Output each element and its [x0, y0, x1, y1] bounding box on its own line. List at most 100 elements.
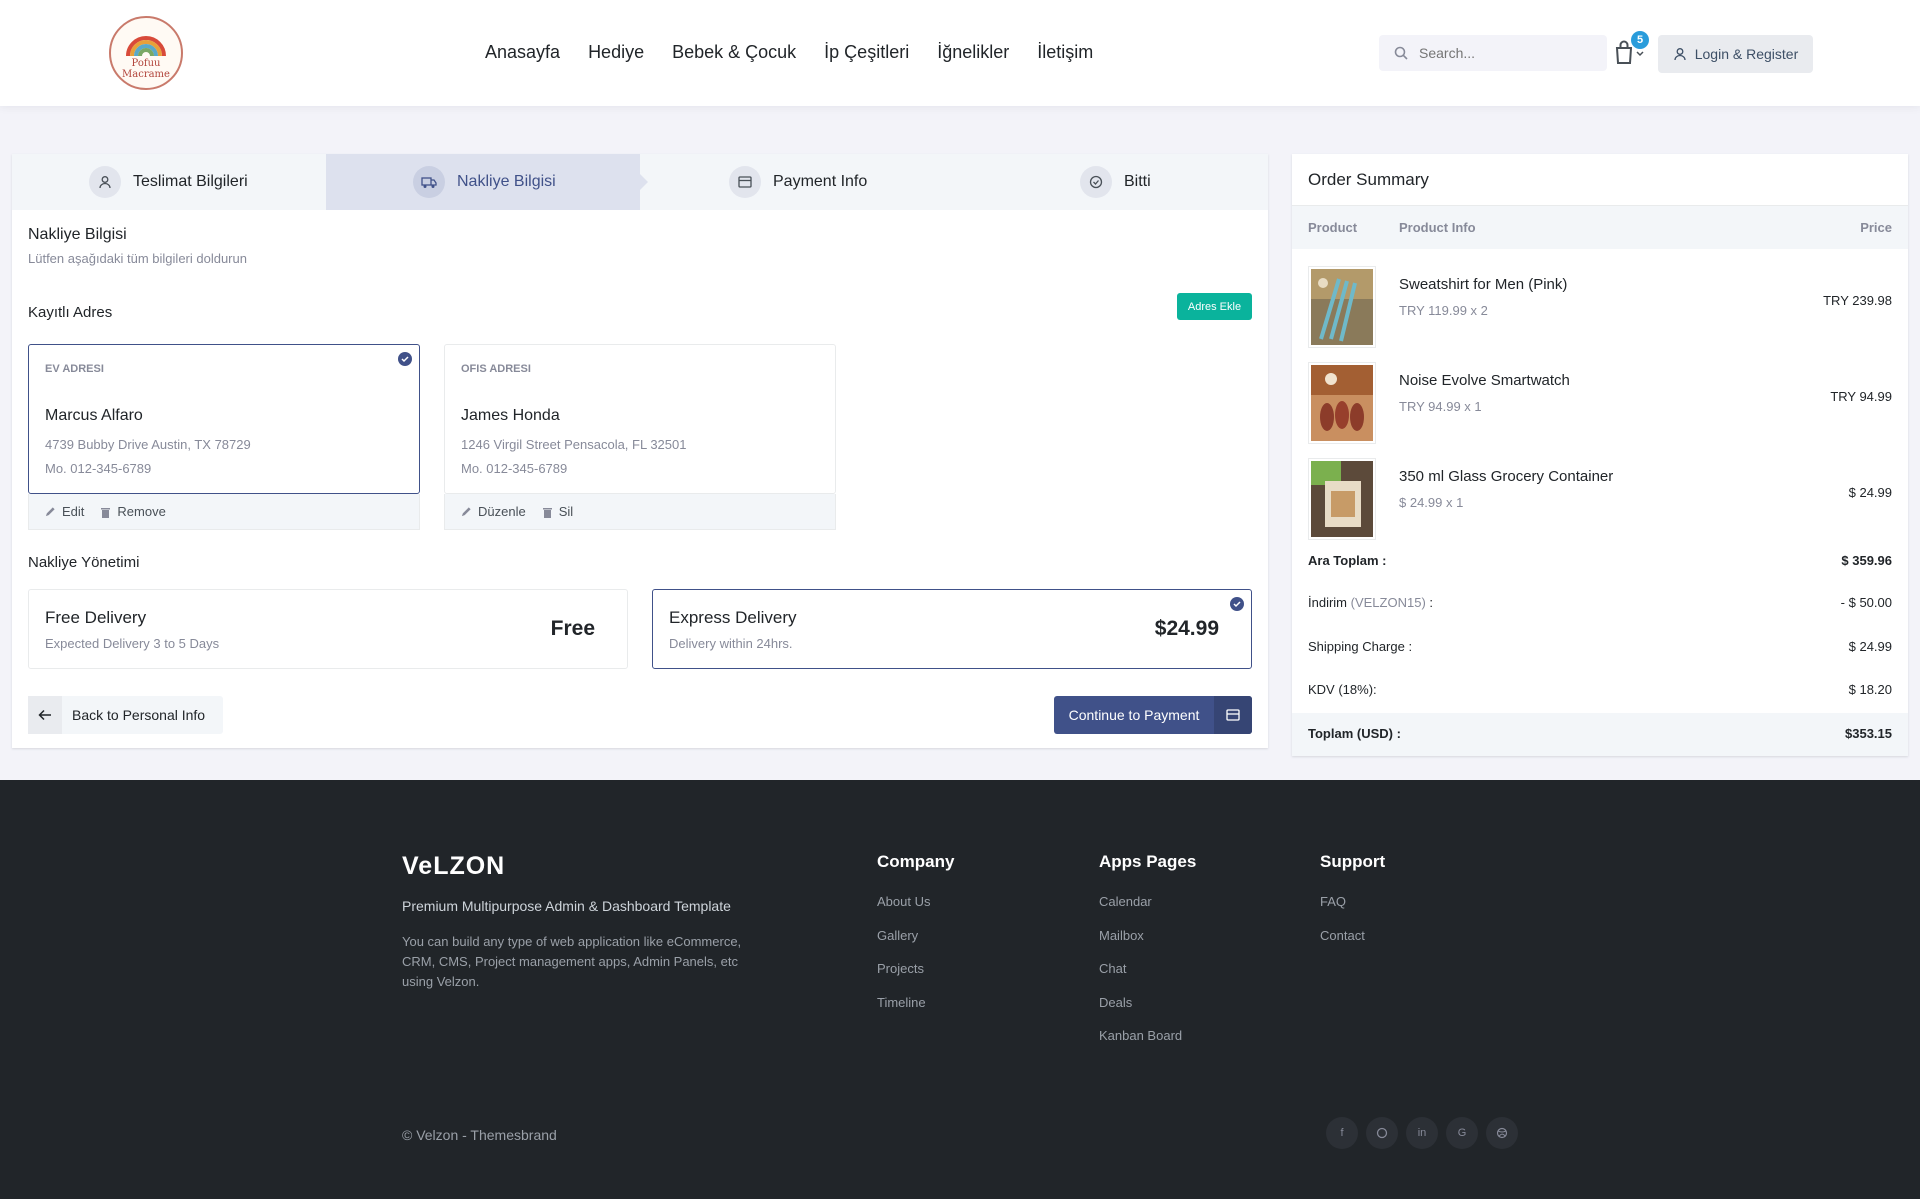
- product-image[interactable]: [1308, 362, 1376, 444]
- delivery-title: Free Delivery: [45, 608, 147, 627]
- address-card-home[interactable]: EV ADRESI Marcus Alfaro 4739 Bubby Drive…: [28, 344, 420, 494]
- discount-value: - $ 50.00: [1840, 595, 1892, 610]
- continue-label: Continue to Payment: [1068, 707, 1200, 723]
- column-header-price: Price: [1860, 220, 1892, 235]
- product-image[interactable]: [1308, 266, 1376, 348]
- shipping-charge-value: $ 24.99: [1848, 639, 1892, 654]
- delivery-title: Express Delivery: [669, 608, 797, 627]
- product-price: TRY 239.98: [1823, 293, 1892, 308]
- facebook-icon[interactable]: f: [1326, 1117, 1358, 1149]
- footer-link-about[interactable]: About Us: [877, 894, 954, 928]
- footer-brand-logo[interactable]: VeLZON: [402, 852, 505, 881]
- footer-description: You can build any type of web applicatio…: [402, 934, 742, 989]
- active-step-arrow: [640, 174, 648, 190]
- discount-label: İndirim: [1308, 595, 1348, 610]
- tab-payment-info[interactable]: Payment Info: [729, 154, 867, 210]
- nav-item-baby-kids[interactable]: Bebek & Çocuk: [672, 42, 796, 63]
- user-icon: [1674, 48, 1686, 61]
- edit-address-button[interactable]: Düzenle: [461, 504, 526, 519]
- delivery-option-free[interactable]: Free Delivery Expected Delivery 3 to 5 D…: [28, 589, 628, 669]
- edit-address-button[interactable]: Edit: [45, 504, 84, 519]
- remove-address-button[interactable]: Remove: [100, 504, 166, 519]
- footer-tagline: Premium Multipurpose Admin & Dashboard T…: [402, 898, 731, 914]
- login-register-button[interactable]: Login & Register: [1658, 35, 1813, 73]
- add-address-button[interactable]: Adres Ekle: [1177, 293, 1252, 320]
- tab-finish[interactable]: Bitti: [1080, 154, 1151, 210]
- trash-icon: [542, 507, 552, 518]
- footer-column-title: Apps Pages: [1099, 852, 1197, 871]
- subtotal-label: Ara Toplam :: [1308, 553, 1387, 568]
- delivery-method-title: Nakliye Yönetimi: [28, 554, 140, 571]
- tab-label: Payment Info: [773, 173, 868, 190]
- footer-link-contact[interactable]: Contact: [1320, 928, 1385, 962]
- login-register-label: Login & Register: [1694, 46, 1799, 62]
- tab-delivery-info[interactable]: Teslimat Bilgileri: [89, 154, 248, 210]
- section-title: Nakliye Bilgisi: [28, 226, 127, 243]
- truck-icon: [413, 166, 445, 198]
- shipping-charge-label: Shipping Charge :: [1308, 639, 1413, 654]
- nav-item-pincushions[interactable]: İğnelikler: [937, 42, 1009, 63]
- continue-to-payment-button[interactable]: Continue to Payment: [1054, 696, 1252, 734]
- cart-count-badge: 5: [1631, 31, 1649, 49]
- tab-label: Nakliye Bilgisi: [457, 173, 556, 190]
- product-price: $ 24.99: [1848, 485, 1892, 500]
- github-icon[interactable]: [1366, 1117, 1398, 1149]
- address-street: 1246 Virgil Street Pensacola, FL 32501: [461, 437, 687, 452]
- summary-product-row: Sweatshirt for Men (Pink) TRY 119.99 x 2…: [1292, 266, 1908, 362]
- footer-link-calendar[interactable]: Calendar: [1099, 894, 1196, 928]
- footer-link-kanban[interactable]: Kanban Board: [1099, 1028, 1196, 1062]
- checkout-steps: Teslimat Bilgileri Nakliye Bilgisi Payme…: [12, 154, 1268, 210]
- address-type: EV ADRESI: [45, 363, 104, 375]
- subtotal-row: Ara Toplam : $ 359.96: [1308, 553, 1892, 568]
- address-street: 4739 Bubby Drive Austin, TX 78729: [45, 437, 251, 452]
- product-image[interactable]: [1308, 458, 1376, 540]
- summary-table-header: Product Product Info Price: [1292, 205, 1908, 249]
- brand-logo[interactable]: Pofuu Macrame: [109, 16, 183, 90]
- footer-column-apps: Apps Pages Calendar Mailbox Chat Deals K…: [1099, 852, 1196, 1062]
- footer-link-projects[interactable]: Projects: [877, 961, 954, 995]
- product-qty: TRY 94.99 x 1: [1399, 399, 1482, 414]
- back-label: Back to Personal Info: [72, 707, 206, 723]
- footer-link-gallery[interactable]: Gallery: [877, 928, 954, 962]
- discount-code: (VELZON15): [1350, 595, 1426, 610]
- footer-link-mailbox[interactable]: Mailbox: [1099, 928, 1196, 962]
- footer-link-chat[interactable]: Chat: [1099, 961, 1196, 995]
- product-price: TRY 94.99: [1830, 389, 1892, 404]
- tax-row: KDV (18%): $ 18.20: [1308, 682, 1892, 697]
- discount-row: İndirim (VELZON15) : - $ 50.00: [1308, 595, 1892, 610]
- footer-link-faq[interactable]: FAQ: [1320, 894, 1385, 928]
- top-navbar: Pofuu Macrame Anasayfa Hediye Bebek & Ço…: [0, 0, 1920, 106]
- checkout-card: Teslimat Bilgileri Nakliye Bilgisi Payme…: [12, 154, 1268, 748]
- pencil-icon: [45, 507, 55, 517]
- nav-item-home[interactable]: Anasayfa: [485, 42, 560, 63]
- delivery-desc: Delivery within 24hrs.: [669, 636, 793, 651]
- search-input[interactable]: [1419, 35, 1599, 71]
- back-to-personal-info-button[interactable]: Back to Personal Info: [28, 696, 223, 734]
- footer-column-company: Company About Us Gallery Projects Timeli…: [877, 852, 954, 1028]
- tab-shipping-info[interactable]: Nakliye Bilgisi: [413, 154, 556, 210]
- nav-item-yarn[interactable]: İp Çeşitleri: [824, 42, 909, 63]
- linkedin-icon[interactable]: in: [1406, 1117, 1438, 1149]
- tab-label: Teslimat Bilgileri: [133, 173, 248, 190]
- total-label: Toplam (USD) :: [1308, 726, 1401, 741]
- dribbble-icon[interactable]: [1486, 1117, 1518, 1149]
- address-name: James Honda: [461, 407, 560, 424]
- address-card-office[interactable]: OFIS ADRESI James Honda 1246 Virgil Stre…: [444, 344, 836, 494]
- footer-link-deals[interactable]: Deals: [1099, 995, 1196, 1029]
- edit-label: Edit: [62, 504, 85, 519]
- address-phone: Mo. 012-345-6789: [45, 461, 152, 476]
- nav-item-contact[interactable]: İletişim: [1037, 42, 1093, 63]
- address-type: OFIS ADRESI: [461, 363, 531, 375]
- remove-address-button[interactable]: Sil: [542, 504, 573, 519]
- product-qty: TRY 119.99 x 2: [1399, 303, 1488, 318]
- product-name: 350 ml Glass Grocery Container: [1399, 468, 1614, 485]
- summary-product-row: 350 ml Glass Grocery Container $ 24.99 x…: [1292, 458, 1908, 554]
- nav-item-gift[interactable]: Hediye: [588, 42, 644, 63]
- footer-column-title: Support: [1320, 852, 1386, 871]
- google-icon[interactable]: G: [1446, 1117, 1478, 1149]
- address-phone: Mo. 012-345-6789: [461, 461, 568, 476]
- check-circle-icon: [398, 352, 412, 366]
- delivery-option-express[interactable]: Express Delivery Delivery within 24hrs. …: [652, 589, 1252, 669]
- card-icon: [729, 166, 761, 198]
- footer-link-timeline[interactable]: Timeline: [877, 995, 954, 1029]
